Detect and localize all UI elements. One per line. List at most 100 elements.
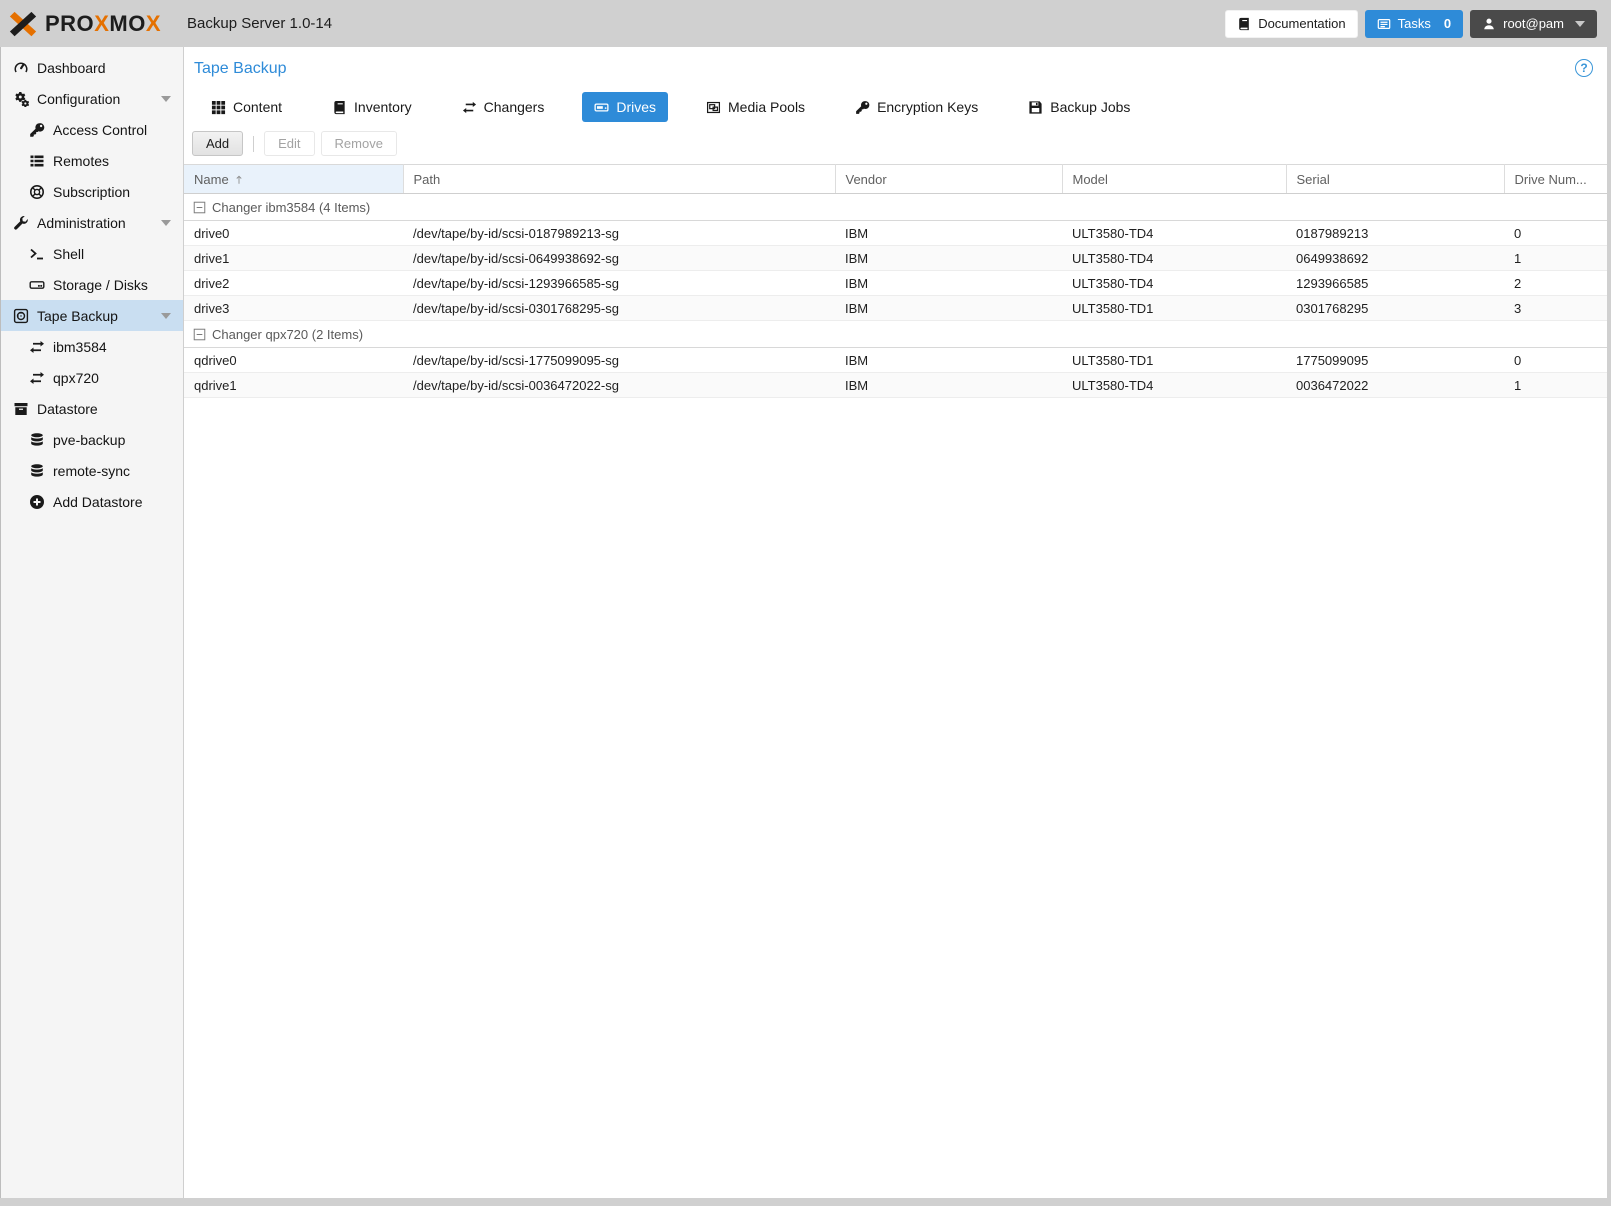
documentation-button[interactable]: Documentation (1225, 9, 1358, 38)
tab-changers[interactable]: Changers (450, 92, 557, 122)
book-icon (1237, 17, 1251, 31)
table-row-drive2[interactable]: drive2/dev/tape/by-id/scsi-1293966585-sg… (184, 270, 1607, 296)
cell: drive0 (184, 220, 403, 246)
column-header-model[interactable]: Model (1062, 164, 1287, 194)
cell: 1775099095 (1286, 347, 1504, 373)
cogs-icon (13, 91, 29, 107)
gauge-icon (13, 60, 29, 76)
documentation-label: Documentation (1258, 16, 1346, 31)
sidebar-item-label: Datastore (37, 400, 98, 417)
tab-encryption-keys[interactable]: Encryption Keys (843, 92, 990, 122)
tasks-count-badge: 0 (1443, 16, 1452, 31)
list-icon (29, 153, 45, 169)
tasks-label: Tasks (1397, 16, 1431, 31)
cell: 3 (1504, 295, 1607, 321)
sidebar-item-label: Remotes (53, 152, 110, 169)
chevron-down-icon (161, 312, 171, 319)
sidebar-item-label: Access Control (53, 121, 148, 138)
tab-drives[interactable]: Drives (582, 92, 669, 122)
table-row-drive3[interactable]: drive3/dev/tape/by-id/scsi-0301768295-sg… (184, 295, 1607, 321)
sidebar-item-shell[interactable]: Shell (1, 238, 183, 269)
cell: ULT3580-TD4 (1062, 245, 1286, 271)
topbar: PROXMOX Backup Server 1.0-14 Documentati… (0, 0, 1607, 47)
sidebar-item-access-control[interactable]: Access Control (1, 114, 183, 145)
sidebar-item-configuration[interactable]: Configuration (1, 83, 183, 114)
app-window: PROXMOX Backup Server 1.0-14 Documentati… (0, 0, 1607, 1198)
exchange-icon (29, 370, 45, 386)
drives-table: Name Path Vendor Model Serial Drive Num... Ch… (184, 164, 1607, 398)
tasks-button[interactable]: Tasks 0 (1364, 9, 1464, 38)
table-row-drive0[interactable]: drive0/dev/tape/by-id/scsi-0187989213-sg… (184, 220, 1607, 246)
sidebar-item-dashboard[interactable]: Dashboard (1, 52, 183, 83)
column-header-vendor[interactable]: Vendor (835, 164, 1063, 194)
logo-segment: X (145, 10, 162, 36)
sidebar-item-tape-backup[interactable]: Tape Backup (1, 300, 183, 331)
tab-media-pools[interactable]: Media Pools (694, 92, 817, 122)
sidebar-item-storage-disks[interactable]: Storage / Disks (1, 269, 183, 300)
column-header-path[interactable]: Path (403, 164, 836, 194)
add-button[interactable]: Add (192, 131, 244, 156)
sidebar-item-label: qpx720 (53, 369, 99, 386)
group-label: Changer qpx720 (2 Items) (212, 326, 364, 342)
box-icon (13, 401, 29, 417)
column-header-drive-num[interactable]: Drive Num... (1504, 164, 1607, 194)
column-header-name[interactable]: Name (184, 164, 404, 194)
sidebar-item-administration[interactable]: Administration (1, 207, 183, 238)
tab-label: Drives (616, 99, 657, 115)
cell: ULT3580-TD4 (1062, 372, 1286, 398)
group-header-changer-ibm3584-4-items[interactable]: Changer ibm3584 (4 Items) (184, 193, 1607, 221)
tab-inventory[interactable]: Inventory (320, 92, 424, 122)
table-row-drive1[interactable]: drive1/dev/tape/by-id/scsi-0649938692-sg… (184, 245, 1607, 271)
sidebar-item-ibm3584[interactable]: ibm3584 (1, 331, 183, 362)
cell: /dev/tape/by-id/scsi-0301768295-sg (403, 295, 835, 321)
tab-backup-jobs[interactable]: Backup Jobs (1016, 92, 1142, 122)
database-icon (29, 463, 45, 479)
cell: drive1 (184, 245, 403, 271)
tab-label: Content (233, 99, 283, 115)
sidebar-item-subscription[interactable]: Subscription (1, 176, 183, 207)
table-row-qdrive0[interactable]: qdrive0/dev/tape/by-id/scsi-1775099095-s… (184, 347, 1607, 373)
sidebar: Dashboard Configuration Access Control Remo… (0, 47, 184, 1198)
cell: 2 (1504, 270, 1607, 296)
sidebar-item-pve-backup[interactable]: pve-backup (1, 424, 183, 455)
cell: ULT3580-TD4 (1062, 270, 1286, 296)
collapse-minus-icon (193, 201, 206, 214)
cell: 0036472022 (1286, 372, 1504, 398)
proxmox-wordmark: PROXMOX (45, 11, 161, 37)
edit-button[interactable]: Edit (264, 131, 315, 156)
chevron-down-icon (161, 95, 171, 102)
chevron-down-icon (1575, 20, 1585, 27)
table-row-qdrive1[interactable]: qdrive1/dev/tape/by-id/scsi-0036472022-s… (184, 372, 1607, 398)
cell: 1 (1504, 372, 1607, 398)
sidebar-item-datastore[interactable]: Datastore (1, 393, 183, 424)
objectgroup-icon (706, 100, 721, 115)
cell: qdrive1 (184, 372, 403, 398)
exchange-icon (462, 100, 477, 115)
cell: qdrive0 (184, 347, 403, 373)
book-icon (332, 100, 347, 115)
help-icon[interactable]: ? (1575, 59, 1593, 77)
cell: IBM (835, 270, 1062, 296)
sidebar-item-label: remote-sync (53, 462, 131, 479)
cell: ULT3580-TD1 (1062, 347, 1286, 373)
cell: 0187989213 (1286, 220, 1504, 246)
remove-button[interactable]: Remove (320, 131, 397, 156)
save-icon (1028, 100, 1043, 115)
group-header-changer-qpx720-2-items[interactable]: Changer qpx720 (2 Items) (184, 320, 1607, 348)
chevron-down-icon (161, 219, 171, 226)
cell: IBM (835, 372, 1062, 398)
pluscircle-icon (29, 494, 45, 510)
cell: /dev/tape/by-id/scsi-1775099095-sg (403, 347, 835, 373)
column-header-serial[interactable]: Serial (1286, 164, 1505, 194)
proxmox-logo: PROXMOX (8, 9, 161, 39)
cell: 1293966585 (1286, 270, 1504, 296)
key-icon (29, 122, 45, 138)
cell: drive3 (184, 295, 403, 321)
user-icon (1482, 17, 1496, 31)
sidebar-item-remote-sync[interactable]: remote-sync (1, 455, 183, 486)
sidebar-item-qpx720[interactable]: qpx720 (1, 362, 183, 393)
sidebar-item-add-datastore[interactable]: Add Datastore (1, 486, 183, 517)
user-menu-button[interactable]: root@pam (1470, 9, 1597, 38)
tab-content[interactable]: Content (199, 92, 294, 122)
sidebar-item-remotes[interactable]: Remotes (1, 145, 183, 176)
